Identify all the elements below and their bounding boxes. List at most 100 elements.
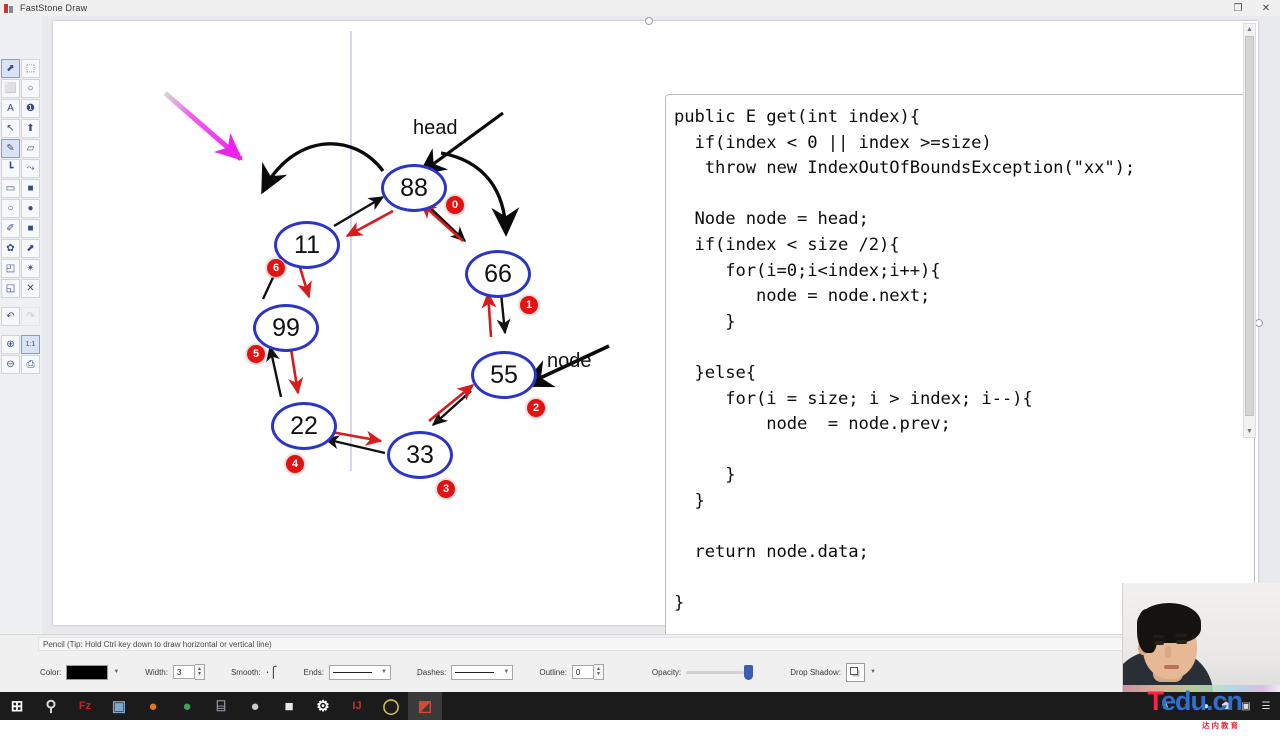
drop-shadow-button[interactable] — [845, 662, 865, 682]
circle-app-icon[interactable]: ◯ — [374, 692, 408, 720]
close-button[interactable]: ✕ — [1252, 0, 1280, 16]
color-dropdown-icon[interactable]: ▼ — [113, 669, 119, 675]
opacity-slider[interactable] — [686, 664, 754, 680]
webcam-eyebrow-left — [1153, 635, 1164, 638]
search-icon[interactable]: ⚲ — [34, 692, 68, 720]
messenger-icon[interactable]: ▣ — [102, 692, 136, 720]
blur-tool[interactable]: ✿ — [1, 239, 20, 258]
smooth-option[interactable]: Smooth: ⋅⎧ — [231, 661, 278, 683]
webcam-eye-left — [1154, 641, 1164, 645]
width-option[interactable]: Width: 3 ▲ ▼ — [145, 661, 205, 683]
idea-icon[interactable]: IJ — [340, 692, 374, 720]
outline-label: Outline: — [539, 667, 567, 677]
start-button-icon[interactable]: ⊞ — [0, 692, 34, 720]
ellipse-filled-tool[interactable]: ● — [21, 199, 40, 218]
crop-tool[interactable]: ◱ — [1, 279, 20, 298]
list-node: 66 — [465, 250, 531, 298]
filezilla-icon[interactable]: Fz — [68, 692, 102, 720]
line-tool[interactable]: ┗ — [1, 159, 20, 178]
drawing-page[interactable]: 88 0 66 1 55 2 33 3 22 4 99 5 11 6 head node public E … — [53, 17, 1263, 640]
tool-rail: ⬈ ⬚ ⬜ ○ A ❶ ↖ ⬆ ✎ ▱ ┗ ⤳ ▭ ■ ○ ● ✐ ■ ✿ ⬈ ◰ ✴ ◱ ✕ ↶ ↷ ⊕ 1:1 ⊖ ⎙ — [0, 16, 43, 644]
chrome-icon[interactable]: ● — [170, 692, 204, 720]
node-index-badge: 6 — [266, 258, 286, 278]
watermark-prefix: T — [1147, 686, 1161, 716]
rectangle-filled-tool[interactable]: ■ — [21, 179, 40, 198]
page-vertical-scrollbar[interactable]: ▲ ▼ — [1243, 23, 1256, 438]
highlighter-tool[interactable]: ✐ — [1, 219, 20, 238]
faststone-capture-icon[interactable]: ◩ — [408, 692, 442, 720]
webcam-eye-right — [1176, 640, 1187, 644]
width-label: Width: — [145, 667, 168, 677]
eraser-tool[interactable]: ▱ — [21, 139, 40, 158]
app-cloud-icon[interactable]: ● — [238, 692, 272, 720]
print-tool[interactable]: ⎙ — [21, 355, 40, 374]
node-index-badge: 4 — [285, 454, 305, 474]
callout-round-tool[interactable]: ○ — [21, 79, 40, 98]
webcam-eyebrow-right — [1175, 634, 1187, 637]
rectangle-select-tool[interactable]: ⬚ — [21, 59, 40, 78]
width-input[interactable]: 3 — [172, 665, 195, 679]
dashes-dropdown[interactable]: ▼ — [451, 664, 514, 680]
cursor-select-tool[interactable]: ⬈ — [1, 59, 20, 78]
tray-notification-icon[interactable]: ☰ — [1256, 692, 1276, 720]
info-marker-tool[interactable]: ❶ — [21, 99, 40, 118]
callout-rect-tool[interactable]: ⬜ — [1, 79, 20, 98]
fill-color-tool[interactable]: ■ — [21, 219, 40, 238]
settings-gear-icon[interactable]: ⚙ — [306, 692, 340, 720]
outline-stepper[interactable]: ▲ ▼ — [593, 664, 604, 680]
restore-button[interactable]: ❐ — [1224, 0, 1252, 16]
canvas-area[interactable]: 88 0 66 1 55 2 33 3 22 4 99 5 11 6 head node public E … — [42, 16, 1280, 640]
rectangle-outline-tool[interactable]: ▭ — [1, 179, 20, 198]
text-tool[interactable]: A — [1, 99, 20, 118]
editor-icon[interactable]: ⌸ — [204, 692, 238, 720]
drop-shadow-option[interactable]: Drop Shadow: ▼ — [790, 661, 876, 683]
list-node: 33 — [387, 431, 453, 479]
sparkle-tool[interactable]: ✴ — [21, 259, 40, 278]
webcam-hair-side — [1137, 609, 1157, 653]
ellipse-outline-tool[interactable]: ○ — [1, 199, 20, 218]
webcam-presenter-overlay — [1122, 583, 1280, 692]
outline-input[interactable]: 0 — [571, 665, 594, 679]
polyline-tool[interactable]: ⤳ — [21, 159, 40, 178]
code-panel[interactable]: public E get(int index){ if(index < 0 ||… — [665, 94, 1255, 640]
image-stamp-tool[interactable]: ◰ — [1, 259, 20, 278]
faststone-logo-icon — [4, 3, 15, 14]
opacity-option[interactable]: Opacity: — [652, 661, 754, 683]
page-handle-right[interactable] — [1255, 319, 1263, 327]
scroll-down-arrow-icon[interactable]: ▼ — [1244, 426, 1255, 437]
ends-chevron-down-icon[interactable]: ▼ — [381, 669, 387, 675]
zoom-in-tool[interactable]: ⊕ — [1, 335, 20, 354]
arrow-tool[interactable]: ↖ — [1, 119, 20, 138]
node-index-badge: 5 — [246, 344, 266, 364]
up-arrow-tool[interactable]: ⬆ — [21, 119, 40, 138]
dashes-chevron-down-icon[interactable]: ▼ — [503, 669, 509, 675]
delete-tool[interactable]: ✕ — [21, 279, 40, 298]
watermark-subtitle: 达内教育 — [1202, 721, 1240, 730]
smooth-label: Smooth: — [230, 667, 261, 677]
width-stepper[interactable]: ▲ ▼ — [194, 664, 205, 680]
pencil-tool[interactable]: ✎ — [1, 139, 20, 158]
ends-dropdown[interactable]: ▼ — [328, 664, 391, 680]
dashes-option[interactable]: Dashes: ▼ — [416, 661, 514, 683]
node-index-badge: 3 — [436, 479, 456, 499]
color-option[interactable]: Color: ▼ — [40, 661, 119, 683]
opacity-slider-knob[interactable] — [744, 664, 754, 680]
tool-separator — [1, 329, 41, 334]
color-swatch[interactable] — [66, 664, 109, 680]
explorer-icon[interactable]: ■ — [272, 692, 306, 720]
scrollbar-thumb[interactable] — [1245, 36, 1254, 416]
smooth-curve-icon[interactable]: ⋅⎧ — [266, 666, 278, 679]
faststone-draw-window: FastStone Draw ❐ ✕ ⬈ ⬚ ⬜ ○ A ❶ ↖ ⬆ ✎ ▱ ┗ ⤳ ▭ ■ ○ ● ✐ ■ ✿ ⬈ ◰… — [0, 0, 1280, 730]
dashes-label: Dashes: — [416, 667, 447, 677]
scroll-up-arrow-icon[interactable]: ▲ — [1244, 24, 1255, 35]
drop-shadow-dropdown-icon[interactable]: ▼ — [870, 669, 876, 675]
head-label: head — [413, 117, 458, 139]
undo-tool[interactable]: ↶ — [1, 307, 20, 326]
magic-wand-tool[interactable]: ⬈ — [21, 239, 40, 258]
outline-option[interactable]: Outline: 0 ▲ ▼ — [539, 661, 604, 683]
options-bar: Pencil (Tip: Hold Ctrl key down to draw … — [0, 634, 1280, 693]
firefox-icon[interactable]: ● — [136, 692, 170, 720]
actual-size-tool[interactable]: 1:1 — [21, 335, 40, 354]
ends-option[interactable]: Ends: ▼ — [304, 661, 391, 683]
zoom-out-tool[interactable]: ⊖ — [1, 355, 20, 374]
